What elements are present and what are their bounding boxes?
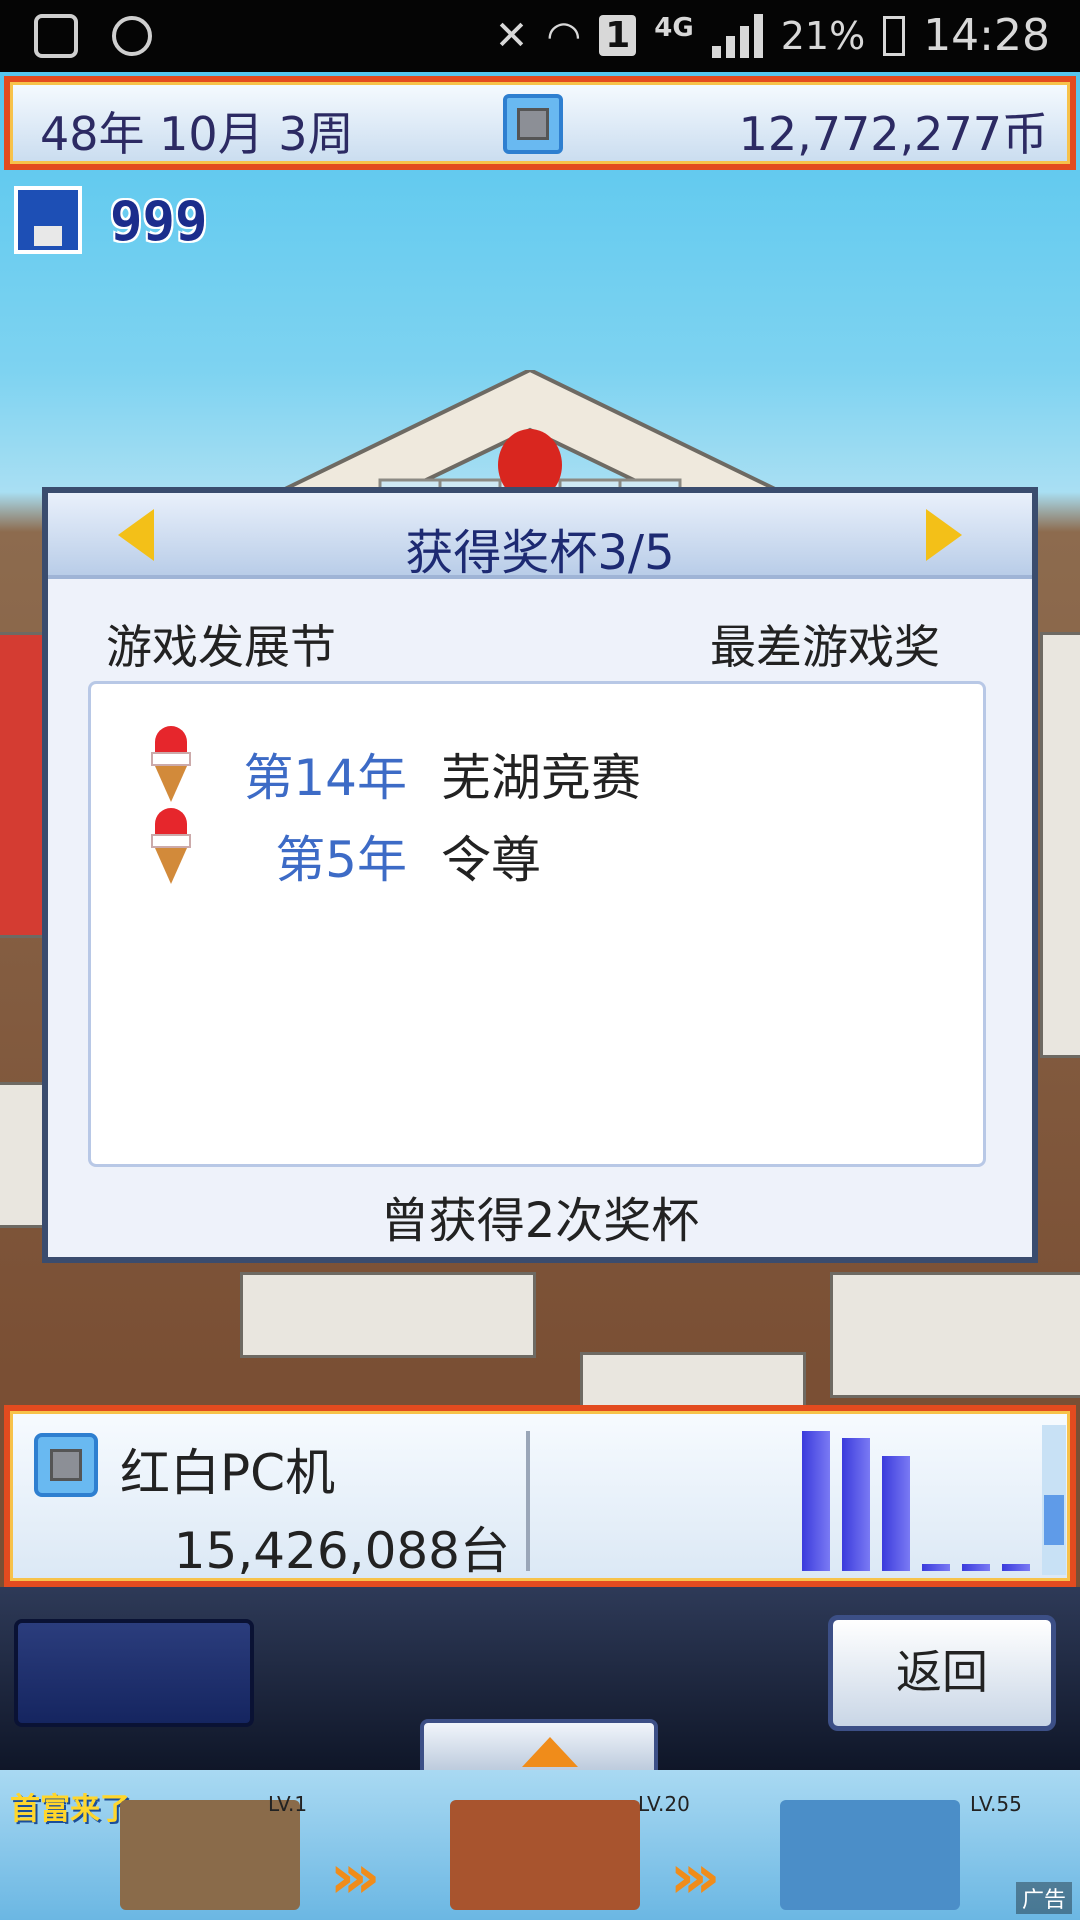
save-icon[interactable] <box>14 186 82 254</box>
stopwatch-icon <box>112 16 152 56</box>
ad-banner[interactable]: 首富来了 LV.1 ››› LV.20 ››› LV.55 广告 <box>0 1770 1080 1920</box>
divider <box>526 1431 530 1571</box>
festival-name: 游戏发展节 <box>106 620 336 674</box>
wifi-icon: ◠ <box>546 12 582 59</box>
desk-center <box>240 1272 536 1358</box>
trophy-year: 第14年 <box>243 749 407 807</box>
trophy-list: 第14年 芜湖竞赛 第5年 令尊 <box>88 681 986 1167</box>
ad-level-20: LV.20 <box>638 1792 690 1816</box>
award-category: 最差游戏奖 <box>710 620 940 674</box>
sales-bar <box>842 1438 870 1571</box>
list-item: 第5年 令尊 <box>91 808 983 889</box>
ice-cream-trophy-icon <box>149 808 193 888</box>
save-count: 999 <box>110 190 208 253</box>
menu-button[interactable] <box>14 1619 254 1727</box>
battery-icon <box>883 15 906 56</box>
shelf-right-upper <box>1040 632 1080 1058</box>
network-type: 4G <box>654 12 694 43</box>
console-info-panel[interactable]: 红白PC机 15,426,088台 <box>4 1405 1076 1587</box>
dialog-title: 获得奖杯3/5 <box>405 525 675 581</box>
back-button[interactable]: 返回 <box>828 1615 1056 1731</box>
trophy-dialog: 获得奖杯3/5 游戏发展节 最差游戏奖 第14年 芜湖竞赛 第5年 令尊 曾获得… <box>42 487 1038 1263</box>
console-icon <box>34 1433 98 1497</box>
dialog-header: 获得奖杯3/5 <box>48 493 1032 581</box>
game-date: 48年 10月 3周 <box>40 107 354 161</box>
scrollbar[interactable] <box>1042 1425 1066 1575</box>
ad-brand-logo: 首富来了 <box>10 1792 130 1827</box>
sales-bar <box>922 1564 950 1571</box>
chevron-right-icon: ››› <box>330 1842 380 1912</box>
ad-label: 广告 <box>1015 1882 1072 1914</box>
sales-bar <box>802 1431 830 1571</box>
bottom-controls: 返回 <box>0 1587 1080 1779</box>
signal-icon <box>711 13 763 58</box>
ad-level-55: LV.55 <box>970 1792 1022 1816</box>
status-bar: ✕ ◠ 1 4G 21% 14:28 <box>0 0 1080 72</box>
next-arrow-icon[interactable] <box>926 509 962 561</box>
trophy-game-title: 芜湖竞赛 <box>441 749 641 807</box>
trophy-year: 第5年 <box>275 831 407 889</box>
screenshot-icon <box>34 14 78 58</box>
ice-cream-trophy-icon <box>149 726 193 806</box>
ad-level-1: LV.1 <box>268 1792 308 1816</box>
shop-lv1-image <box>120 1800 300 1910</box>
scrollbar-thumb[interactable] <box>1044 1495 1064 1545</box>
trophy-game-title: 令尊 <box>441 831 541 889</box>
sales-bar <box>882 1456 910 1571</box>
console-icon-button[interactable] <box>503 94 563 154</box>
shop-lv20-image <box>450 1800 640 1910</box>
mute-icon: ✕ <box>494 12 529 59</box>
list-item: 第14年 芜湖竞赛 <box>91 726 983 807</box>
sales-bar <box>962 1564 990 1571</box>
console-name: 红白PC机 <box>120 1444 336 1502</box>
money-display: 12,772,277币 <box>738 107 1048 161</box>
sales-bar <box>1002 1564 1030 1571</box>
shelf-right <box>830 1272 1080 1398</box>
sales-chart <box>790 1431 1040 1571</box>
sim-slot: 1 <box>599 15 637 56</box>
battery-level: 21% <box>780 13 866 58</box>
units-sold: 15,426,088台 <box>173 1522 510 1580</box>
chevron-right-icon: ››› <box>670 1842 720 1912</box>
trophy-total: 曾获得2次奖杯 <box>380 1193 700 1249</box>
shop-lv55-image <box>780 1800 960 1910</box>
clock: 14:28 <box>923 10 1050 61</box>
